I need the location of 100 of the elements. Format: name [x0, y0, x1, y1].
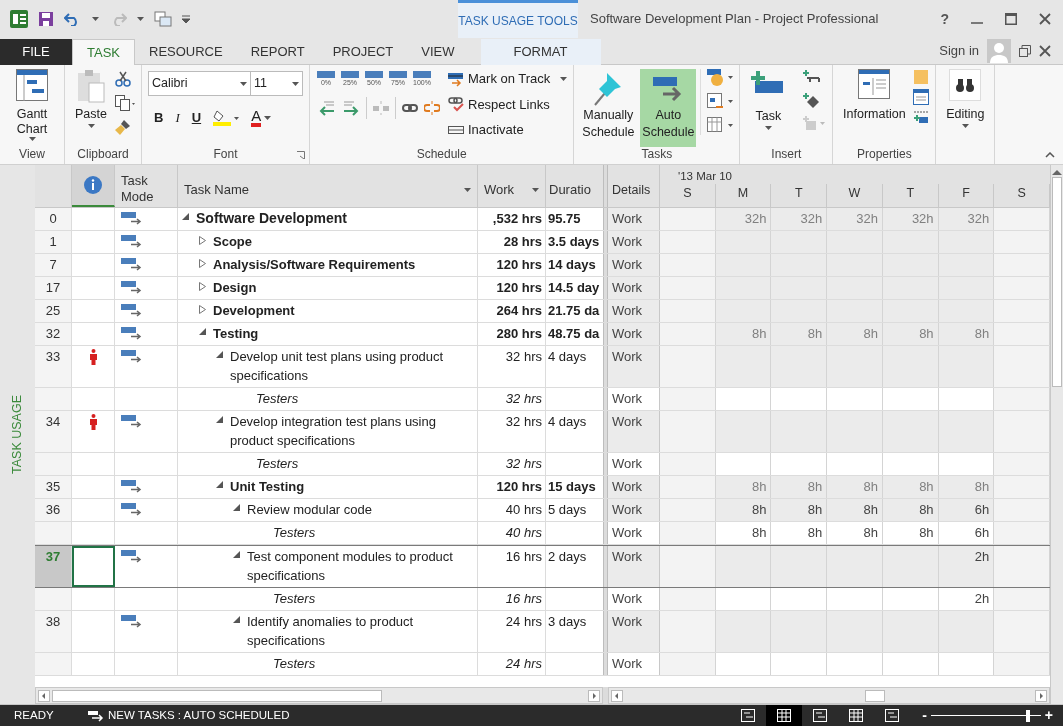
paste-button[interactable]: Paste: [71, 69, 111, 128]
vertical-scrollbar[interactable]: [1050, 165, 1063, 704]
font-color-button[interactable]: A: [251, 108, 272, 127]
add-to-timeline-icon[interactable]: [913, 109, 930, 125]
caret-icon: [92, 17, 99, 21]
detail-cell: Work: [608, 346, 660, 387]
close-icon[interactable]: [1039, 13, 1051, 25]
schedule-mode-button[interactable]: Auto Schedule: [640, 69, 697, 147]
mark-on-track-button[interactable]: Mark on Track: [448, 69, 568, 89]
scroll-left-icon[interactable]: [38, 689, 50, 702]
view-shortcut-button[interactable]: [766, 705, 803, 726]
italic-button[interactable]: I: [175, 108, 180, 128]
triangle-down-icon[interactable]: [233, 616, 240, 623]
scroll-up-icon[interactable]: [1052, 169, 1062, 175]
app-logo-icon[interactable]: [10, 10, 28, 28]
scroll-thumb[interactable]: [865, 689, 885, 702]
ribbon-tab[interactable]: VIEW: [407, 39, 469, 65]
work-value: 40 hrs: [505, 525, 542, 540]
touch-mode-icon[interactable]: [154, 11, 172, 27]
details-icon[interactable]: [913, 89, 930, 105]
horizontal-scrollbar[interactable]: [35, 687, 603, 704]
triangle-down-icon[interactable]: [233, 551, 240, 558]
information-button[interactable]: Information: [839, 69, 910, 124]
sign-in-link[interactable]: Sign in: [939, 41, 979, 61]
scroll-thumb[interactable]: [1052, 177, 1062, 387]
status-text: NEW TASKS : AUTO SCHEDULED: [108, 707, 290, 723]
ribbon-tab[interactable]: PROJECT: [318, 39, 408, 65]
link-icon[interactable]: [402, 102, 418, 114]
dialog-launcher-icon[interactable]: [297, 151, 305, 159]
column-header[interactable]: Task Mode: [115, 165, 178, 207]
calendar-question-icon[interactable]: [707, 117, 734, 135]
highlight-icon[interactable]: [213, 109, 240, 126]
help-button[interactable]: ?: [940, 8, 949, 30]
triangle-down-icon[interactable]: [216, 481, 223, 488]
work-value: 40 hrs: [505, 502, 542, 517]
scroll-left-icon[interactable]: [611, 689, 623, 702]
paintbrush-icon[interactable]: [115, 119, 131, 135]
triangle-down-icon[interactable]: [216, 416, 223, 423]
triangle-down-icon[interactable]: [216, 351, 223, 358]
column-header[interactable]: Work: [478, 165, 546, 207]
work-value: ,532 hrs: [492, 211, 542, 226]
respect-links-button[interactable]: Respect Links: [448, 94, 568, 114]
triangle-down-icon[interactable]: [199, 328, 206, 335]
scroll-thumb[interactable]: [52, 689, 382, 702]
maximize-icon[interactable]: [1005, 13, 1017, 25]
bold-button[interactable]: B: [154, 108, 164, 128]
triangle-right-icon[interactable]: [199, 259, 206, 268]
caret-icon: [264, 115, 272, 120]
scroll-right-icon[interactable]: [588, 689, 600, 702]
triangle-down-icon[interactable]: [233, 504, 240, 511]
ribbon-tab[interactable]: REPORT: [236, 39, 319, 65]
column-header[interactable]: Duratio: [546, 165, 603, 207]
triangle-right-icon[interactable]: [199, 305, 206, 314]
horizontal-scrollbar[interactable]: [608, 687, 1050, 704]
indent-icon[interactable]: [342, 100, 360, 116]
duration-value: 14.5 day: [548, 280, 600, 295]
editing-button[interactable]: Editing: [942, 69, 989, 128]
triangle-down-icon[interactable]: [182, 213, 189, 220]
scissors-icon[interactable]: [115, 71, 131, 87]
schedule-mode-button[interactable]: Manually Schedule: [580, 69, 637, 147]
work-value: 264 hrs: [496, 303, 542, 318]
gantt-chart-button[interactable]: Gantt Chart: [6, 69, 58, 141]
copy-icon[interactable]: [115, 95, 135, 111]
split-bar: [603, 687, 608, 704]
resource-name: Testers: [273, 655, 316, 673]
zoom-slider[interactable]: [930, 709, 1041, 722]
work-value: 32 hrs: [505, 391, 542, 406]
font-size-field[interactable]: 11: [251, 71, 303, 96]
outdent-icon[interactable]: [318, 100, 336, 116]
close-icon[interactable]: [1039, 45, 1051, 57]
inspect-task-icon[interactable]: [707, 69, 734, 87]
caret-icon: [532, 188, 539, 192]
auto-scheduled-task-icon: [121, 349, 143, 363]
restore-icon[interactable]: [1019, 45, 1031, 57]
timescale-cell: 32h: [715, 208, 772, 230]
column-header[interactable]: Task Name: [178, 165, 478, 207]
caret-icon: [240, 81, 247, 86]
font-family-field[interactable]: Calibri: [148, 71, 251, 96]
day-header: T: [906, 185, 915, 202]
ribbon-tab[interactable]: FILE: [0, 39, 72, 65]
details-header: Details: [612, 181, 651, 199]
collapse-ribbon-icon[interactable]: [1045, 152, 1055, 158]
ribbon-tab[interactable]: FORMAT: [480, 39, 601, 65]
save-icon[interactable]: [38, 11, 54, 27]
add-milestone-icon[interactable]: [802, 92, 821, 108]
scroll-right-icon[interactable]: [1035, 689, 1047, 702]
zoom-in-button[interactable]: +: [1044, 705, 1053, 726]
triangle-right-icon[interactable]: [199, 236, 206, 245]
customize-icon[interactable]: [182, 15, 190, 23]
unlink-icon[interactable]: [424, 101, 440, 115]
underline-button[interactable]: U: [191, 108, 202, 128]
ribbon-tab[interactable]: TASK: [72, 39, 135, 65]
inactivate-button[interactable]: Inactivate: [448, 120, 568, 140]
add-summary-icon[interactable]: [802, 69, 821, 85]
zoom-out-button[interactable]: -: [922, 705, 927, 726]
triangle-right-icon[interactable]: [199, 282, 206, 291]
task-name: Development: [213, 302, 295, 320]
ribbon-tab[interactable]: RESOURCE: [135, 39, 237, 65]
insert-task-button[interactable]: Task: [746, 69, 791, 130]
move-task-icon[interactable]: [707, 93, 734, 111]
